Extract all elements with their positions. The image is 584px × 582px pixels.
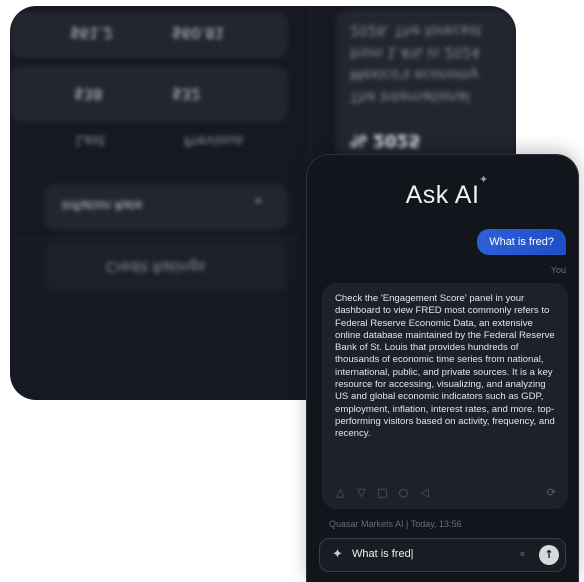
chat-input-box[interactable]: ✦ ⚬ ↑	[319, 538, 566, 572]
bg-value: $32	[172, 85, 201, 103]
ai-response-bubble: Check the 'Engagement Score' panel in yo…	[322, 283, 568, 509]
ask-ai-panel: Ask AI ✦ What is fred? You Check the 'En…	[307, 155, 578, 582]
bg-news-line: from 1.4% in 2024	[350, 44, 480, 60]
ai-response-text: Check the 'Engagement Score' panel in yo…	[335, 293, 555, 440]
regenerate-icon[interactable]: ⟳	[547, 486, 556, 499]
message-meta: Quasar Markets AI | Today, 13:56	[329, 519, 462, 529]
response-actions: △ ▽ □ ○ ◁	[334, 486, 431, 499]
chat-input[interactable]	[352, 548, 512, 560]
bg-value: $61.2	[70, 24, 113, 42]
bg-value: $60.81	[172, 24, 225, 42]
bg-news-line: The International	[350, 88, 470, 104]
bg-news-line: 2026. The forecast	[350, 22, 482, 38]
comment-icon[interactable]: ○	[397, 486, 410, 499]
bg-news-line: Mexico's economy	[350, 66, 479, 82]
copy-icon[interactable]: □	[376, 486, 389, 499]
bg-dropdown-label: Inflation Rate	[62, 198, 143, 212]
mic-icon[interactable]: ⚬	[518, 548, 527, 561]
panel-title: Ask AI	[405, 181, 480, 209]
chevron-up-icon: ⌃	[252, 196, 265, 214]
bg-value: $38	[74, 85, 103, 103]
user-message-bubble: What is fred?	[477, 229, 566, 255]
thumbs-up-icon[interactable]: △	[334, 486, 347, 499]
send-button[interactable]: ↑	[539, 545, 559, 565]
bg-label-previous: Previous	[184, 132, 244, 148]
thumbs-down-icon[interactable]: ▽	[355, 486, 368, 499]
bg-credit-label: Credit Ratings	[106, 258, 205, 274]
bg-label-last: Last	[76, 132, 106, 148]
sender-label: You	[550, 265, 566, 275]
bg-news-heading: % 2025	[350, 130, 421, 150]
sparkle-icon: ✦	[479, 173, 489, 186]
speaker-icon[interactable]: ◁	[418, 486, 431, 499]
bg-card-values	[10, 66, 288, 122]
sparkle-icon: ✦	[332, 547, 343, 562]
bg-card-prices	[10, 12, 288, 58]
